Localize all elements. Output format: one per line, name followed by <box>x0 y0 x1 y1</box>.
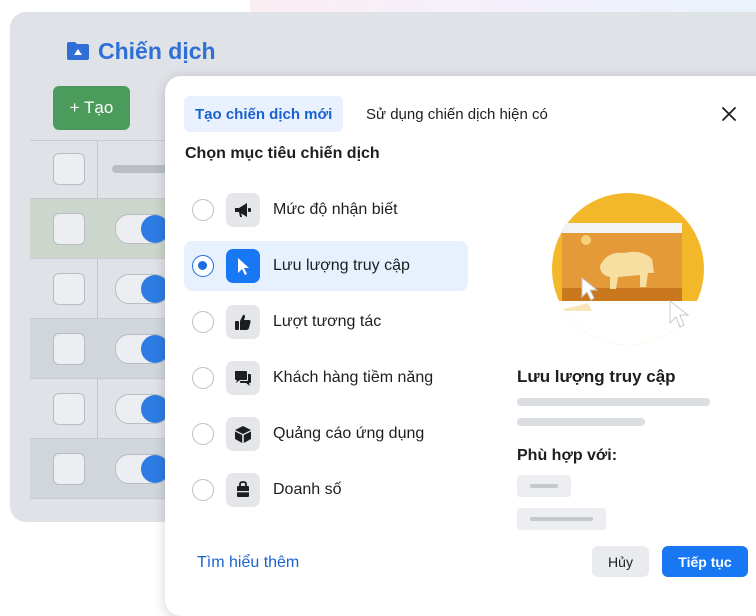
row-checkbox[interactable] <box>53 453 85 485</box>
objective-app-promotion[interactable]: Quảng cáo ứng dụng <box>184 409 468 459</box>
objective-label: Lượt tương tác <box>273 313 382 330</box>
row-checkbox[interactable] <box>53 273 85 305</box>
objective-radio-selected[interactable] <box>192 255 214 277</box>
row-toggle[interactable] <box>115 214 169 244</box>
good-for-chip <box>517 508 606 530</box>
row-toggle[interactable] <box>115 394 169 424</box>
objective-leads[interactable]: Khách hàng tiềm năng <box>184 353 468 403</box>
row-checkbox[interactable] <box>53 393 85 425</box>
description-placeholder <box>517 398 710 406</box>
objective-label: Khách hàng tiềm năng <box>273 369 434 386</box>
shopping-bag-icon <box>226 473 260 507</box>
objective-radio[interactable] <box>192 479 214 501</box>
objective-radio[interactable] <box>192 311 214 333</box>
objective-radio[interactable] <box>192 367 214 389</box>
learn-more-link[interactable]: Tìm hiểu thêm <box>197 554 299 572</box>
cancel-button[interactable]: Hủy <box>592 546 649 577</box>
objective-awareness[interactable]: Mức độ nhận biết <box>184 185 468 235</box>
objective-traffic[interactable]: Lưu lượng truy cập <box>184 241 468 291</box>
chip-placeholder <box>530 517 593 521</box>
thumbs-up-icon <box>226 305 260 339</box>
chip-placeholder <box>530 484 558 488</box>
objective-label: Lưu lượng truy cập <box>273 257 410 274</box>
objective-radio[interactable] <box>192 199 214 221</box>
objective-label: Quảng cáo ứng dụng <box>273 425 425 442</box>
objective-engagement[interactable]: Lượt tương tác <box>184 297 468 347</box>
select-all-checkbox[interactable] <box>53 153 85 185</box>
megaphone-icon <box>226 193 260 227</box>
tab-new-campaign[interactable]: Tạo chiến dịch mới <box>184 96 344 132</box>
objective-label: Mức độ nhận biết <box>273 201 398 218</box>
campaign-objective-dialog: Tạo chiến dịch mới Sử dụng chiến dịch hi… <box>165 76 756 616</box>
objective-detail-title: Lưu lượng truy cập <box>517 367 676 386</box>
objective-sales[interactable]: Doanh số <box>184 465 468 515</box>
good-for-chip <box>517 475 571 497</box>
good-for-title: Phù hợp với: <box>517 447 618 464</box>
objective-radio[interactable] <box>192 423 214 445</box>
row-toggle[interactable] <box>115 274 169 304</box>
row-checkbox[interactable] <box>53 213 85 245</box>
row-toggle[interactable] <box>115 334 169 364</box>
objective-heading: Chọn mục tiêu chiến dịch <box>185 145 380 162</box>
row-toggle[interactable] <box>115 454 169 484</box>
folder-icon <box>67 42 89 60</box>
close-icon[interactable] <box>719 104 739 124</box>
traffic-illustration <box>552 193 704 345</box>
continue-button[interactable]: Tiếp tục <box>662 546 748 577</box>
campaigns-title-text: Chiến dịch <box>98 37 216 64</box>
create-button[interactable]: + Tạo <box>53 86 130 130</box>
cursor-icon <box>226 249 260 283</box>
row-checkbox[interactable] <box>53 333 85 365</box>
cube-icon <box>226 417 260 451</box>
objective-label: Doanh số <box>273 481 342 498</box>
description-placeholder <box>517 418 645 426</box>
campaigns-title: Chiến dịch <box>66 36 216 66</box>
tab-existing-campaign[interactable]: Sử dụng chiến dịch hiện có <box>355 96 559 132</box>
chat-icon <box>226 361 260 395</box>
